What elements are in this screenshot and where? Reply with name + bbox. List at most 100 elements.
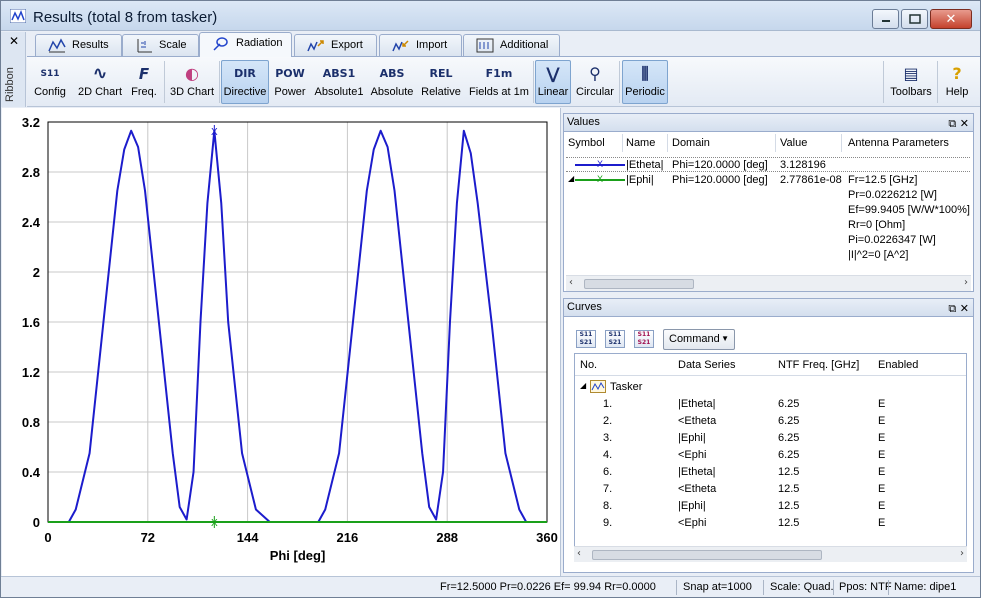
config-button[interactable]: S11 Config bbox=[31, 60, 69, 104]
table-row[interactable]: 4. <Ephi 6.25 E bbox=[575, 447, 966, 464]
column-header[interactable]: Symbol bbox=[568, 134, 623, 152]
table-row[interactable]: ◢ X |Ephi| Phi=120.0000 [deg] 2.77861e-0… bbox=[566, 173, 970, 283]
absolute1-button[interactable]: ABS1 Absolute1 bbox=[311, 60, 367, 104]
circular-icon: ⚲ bbox=[589, 64, 601, 83]
toolbars-icon: ▤ bbox=[903, 64, 919, 83]
close-icon[interactable]: ✕ bbox=[960, 117, 969, 130]
toolbars-button[interactable]: ▤ Toolbars bbox=[888, 60, 934, 104]
scrollbar-thumb[interactable] bbox=[584, 279, 694, 289]
status-divider bbox=[763, 580, 764, 595]
curve-number: 8. bbox=[603, 500, 613, 512]
table-row[interactable]: 2. <Etheta 6.25 E bbox=[575, 413, 966, 430]
collapse-arrow-icon[interactable]: ◢ bbox=[568, 174, 574, 183]
scroll-left-icon[interactable]: ‹ bbox=[569, 277, 573, 288]
config-icon: S11 bbox=[40, 69, 60, 79]
curve-frequency: 12.5 bbox=[778, 483, 800, 495]
ribbon-close-icon[interactable]: ✕ bbox=[9, 34, 19, 48]
scrollbar-thumb[interactable] bbox=[592, 550, 822, 560]
values-horizontal-scrollbar[interactable]: ‹ › bbox=[566, 275, 971, 291]
maximize-button[interactable] bbox=[901, 9, 928, 29]
curve-series: |Etheta| bbox=[678, 466, 716, 478]
title-bar[interactable]: Results (total 8 from tasker) ✕ bbox=[1, 1, 980, 31]
table-row[interactable]: 7. <Etheta 12.5 E bbox=[575, 481, 966, 498]
absolute-button[interactable]: ABS Absolute bbox=[369, 60, 415, 104]
column-header[interactable]: Name bbox=[626, 134, 668, 152]
table-row[interactable]: 8. |Ephi| 12.5 E bbox=[575, 498, 966, 515]
table-row[interactable]: 6. |Etheta| 12.5 E bbox=[575, 464, 966, 481]
y-tick-label: 2.4 bbox=[22, 215, 41, 230]
column-header[interactable]: Antenna Parameters bbox=[848, 134, 970, 152]
tab-radiation[interactable]: Radiation bbox=[199, 32, 292, 57]
command-dropdown[interactable]: Command ▼ bbox=[663, 329, 735, 350]
2d-chart-button[interactable]: ∿ 2D Chart bbox=[75, 60, 125, 104]
relative-button[interactable]: REL Relative bbox=[417, 60, 465, 104]
directive-button[interactable]: DIR Directive bbox=[221, 60, 269, 104]
tab-export[interactable]: Export bbox=[294, 34, 377, 56]
panel-controls[interactable]: ⧉ ✕ bbox=[948, 300, 969, 317]
collapse-arrow-icon[interactable]: ◢ bbox=[580, 381, 586, 390]
tab-scale[interactable]: Scale bbox=[122, 34, 199, 56]
radiation-chart[interactable]: 0 0.4 0.8 1.2 1.6 2 2.4 2.8 3.2 0 72 144 216 288 360 Ph… bbox=[2, 108, 561, 576]
import-icon bbox=[392, 40, 409, 52]
column-header[interactable]: Value bbox=[780, 134, 842, 152]
s-params-remove-icon[interactable]: S11 S21 bbox=[634, 330, 654, 348]
close-icon[interactable]: ✕ bbox=[960, 302, 969, 315]
y-tick-label: 0.4 bbox=[22, 465, 41, 480]
3d-chart-button[interactable]: ◐ 3D Chart bbox=[167, 60, 217, 104]
antenna-param: Rr=0 [Ohm] bbox=[848, 219, 906, 231]
tasker-group-row[interactable]: ◢ Tasker bbox=[575, 379, 966, 396]
table-row[interactable]: 3. |Ephi| 6.25 E bbox=[575, 430, 966, 447]
tasker-chart-icon bbox=[590, 380, 606, 393]
help-icon: ? bbox=[952, 64, 962, 83]
s-params-icon[interactable]: S11 S21 bbox=[576, 330, 596, 348]
directive-icon: DIR bbox=[234, 67, 256, 80]
column-header[interactable]: Domain bbox=[672, 134, 776, 152]
circular-button[interactable]: ⚲ Circular bbox=[573, 60, 617, 104]
x-tick-label: 360 bbox=[536, 530, 558, 545]
tab-import[interactable]: Import bbox=[379, 34, 462, 56]
cursor-marker[interactable]: X bbox=[211, 518, 218, 529]
column-header[interactable]: Data Series bbox=[678, 359, 735, 371]
curve-enabled: E bbox=[878, 466, 886, 478]
chevron-down-icon: ▼ bbox=[721, 334, 729, 343]
antenna-param: Pi=0.0226347 [W] bbox=[848, 234, 936, 246]
series-name: |Ephi| bbox=[626, 174, 654, 186]
table-row[interactable]: 1. |Etheta| 6.25 E bbox=[575, 396, 966, 413]
curves-horizontal-scrollbar[interactable]: ‹ › bbox=[574, 546, 967, 562]
close-button[interactable]: ✕ bbox=[930, 9, 972, 29]
help-button[interactable]: ? Help bbox=[940, 60, 974, 104]
linear-button[interactable]: ⋁ Linear bbox=[535, 60, 571, 104]
scroll-left-icon[interactable]: ‹ bbox=[577, 548, 581, 559]
series-value: 3.128196 bbox=[780, 159, 826, 171]
panel-controls[interactable]: ⧉ ✕ bbox=[948, 115, 969, 132]
column-header[interactable]: NTF Freq. [GHz] bbox=[778, 359, 859, 371]
button-label: 3D Chart bbox=[169, 86, 215, 98]
minimize-button[interactable] bbox=[872, 9, 899, 29]
fields-1m-button[interactable]: F1m Fields at 1m bbox=[467, 60, 531, 104]
curves-table-header: No. Data Series NTF Freq. [GHz] Enabled bbox=[575, 354, 966, 376]
curves-table: No. Data Series NTF Freq. [GHz] Enabled … bbox=[574, 353, 967, 557]
cursor-marker[interactable]: X bbox=[211, 127, 218, 138]
float-icon[interactable]: ⧉ bbox=[948, 117, 956, 130]
ribbon-side-bar: ✕ Ribbon bbox=[1, 32, 26, 107]
s-params-compare-icon[interactable]: S11 S21 bbox=[605, 330, 625, 348]
curve-series: |Ephi| bbox=[678, 500, 706, 512]
scroll-right-icon[interactable]: › bbox=[960, 548, 964, 559]
column-header[interactable]: No. bbox=[580, 359, 597, 371]
table-row[interactable]: X |Etheta| Phi=120.0000 [deg] 3.128196 bbox=[566, 157, 970, 172]
column-header[interactable]: Enabled bbox=[878, 359, 918, 371]
button-label: Fields at 1m bbox=[469, 86, 529, 98]
button-label: Help bbox=[945, 86, 969, 98]
frequency-button[interactable]: F Freq. bbox=[127, 60, 161, 104]
curves-panel: Curves ⧉ ✕ S11 S21 S11 S21 S11 S21 Command … bbox=[563, 298, 974, 573]
table-row[interactable]: 9. <Ephi 12.5 E bbox=[575, 515, 966, 532]
float-icon[interactable]: ⧉ bbox=[948, 302, 956, 315]
tab-additional[interactable]: Additional bbox=[463, 34, 560, 56]
chart-plot[interactable]: 0 0.4 0.8 1.2 1.6 2 2.4 2.8 3.2 0 72 144 216 288 360 Ph… bbox=[2, 108, 561, 576]
power-button[interactable]: POW Power bbox=[271, 60, 309, 104]
curve-enabled: E bbox=[878, 398, 886, 410]
status-snap: Snap at=1000 bbox=[683, 581, 752, 593]
tab-results[interactable]: Results bbox=[35, 34, 122, 56]
periodic-button[interactable]: ⫼ Periodic bbox=[622, 60, 668, 104]
scroll-right-icon[interactable]: › bbox=[964, 277, 968, 288]
